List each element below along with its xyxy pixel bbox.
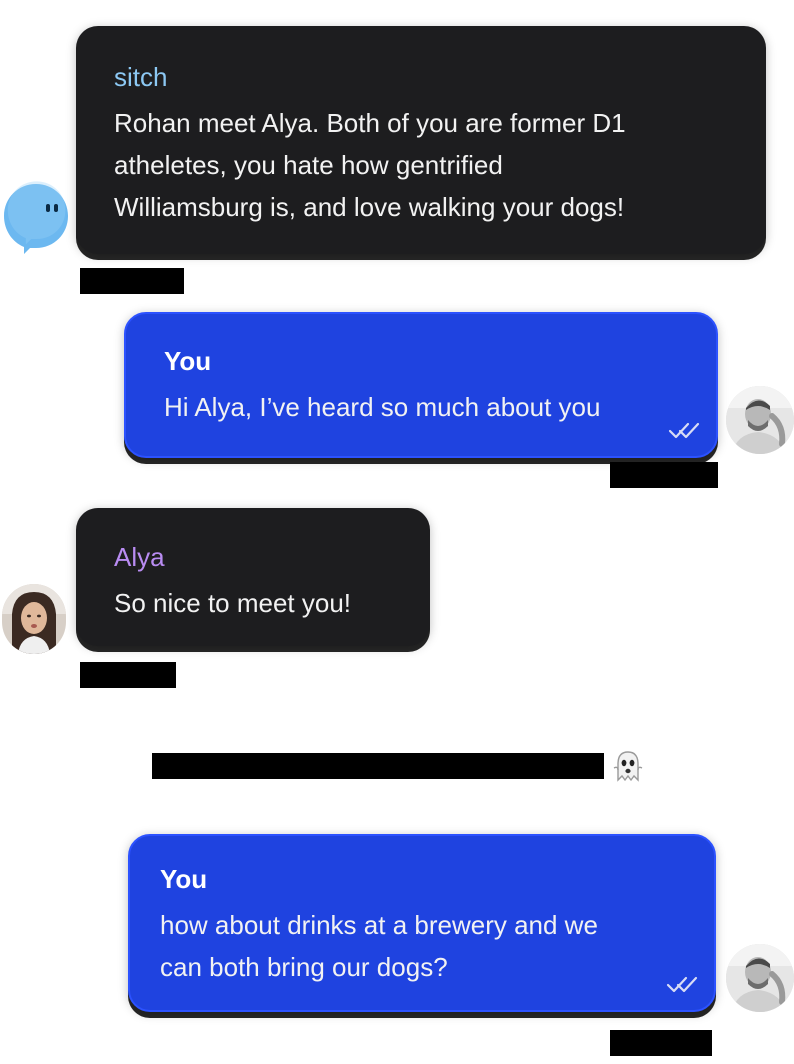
message-text-line: how about drinks at a brewery and we xyxy=(160,910,598,940)
person-photo-icon xyxy=(726,386,794,454)
message-text: Hi Alya, I’ve heard so much about you xyxy=(164,392,601,422)
message-bubble-you[interactable]: You how about drinks at a brewery and we… xyxy=(128,834,716,1012)
timestamp xyxy=(610,462,718,488)
sitch-bot-avatar[interactable] xyxy=(2,178,70,256)
user-avatar[interactable] xyxy=(726,386,794,454)
sender-name: Alya xyxy=(114,542,165,572)
message-text-line: Williamsburg is, and love walking your d… xyxy=(114,192,625,222)
double-check-icon xyxy=(666,976,698,993)
timestamp xyxy=(80,268,184,294)
sender-name: sitch xyxy=(114,62,168,92)
timestamp xyxy=(610,1030,712,1056)
message-bubble-alya[interactable]: Alya So nice to meet you! xyxy=(76,508,430,646)
message-bubble-sitch[interactable]: sitch Rohan meet Alya. Both of you are f… xyxy=(76,26,766,254)
message-text-line: can both bring our dogs? xyxy=(160,952,448,982)
message-text-line: atheletes, you hate how gentrified xyxy=(114,150,503,180)
double-check-icon xyxy=(668,422,700,439)
system-note-text xyxy=(152,753,604,779)
sender-name: You xyxy=(164,346,212,376)
timestamp xyxy=(80,662,176,688)
alya-avatar[interactable] xyxy=(2,584,66,654)
speech-bubble-icon xyxy=(4,181,68,254)
chat-thread: sitch Rohan meet Alya. Both of you are f… xyxy=(0,0,794,1064)
sender-name: You xyxy=(160,864,208,894)
system-note xyxy=(152,750,646,782)
person-photo-icon xyxy=(2,584,66,654)
ghost-icon xyxy=(613,751,643,782)
message-bubble-you[interactable]: You Hi Alya, I’ve heard so much about yo… xyxy=(124,312,718,458)
user-avatar[interactable] xyxy=(726,944,794,1012)
person-photo-icon xyxy=(726,944,794,1012)
message-text-line: Rohan meet Alya. Both of you are former … xyxy=(114,108,626,138)
message-text: So nice to meet you! xyxy=(114,588,352,618)
